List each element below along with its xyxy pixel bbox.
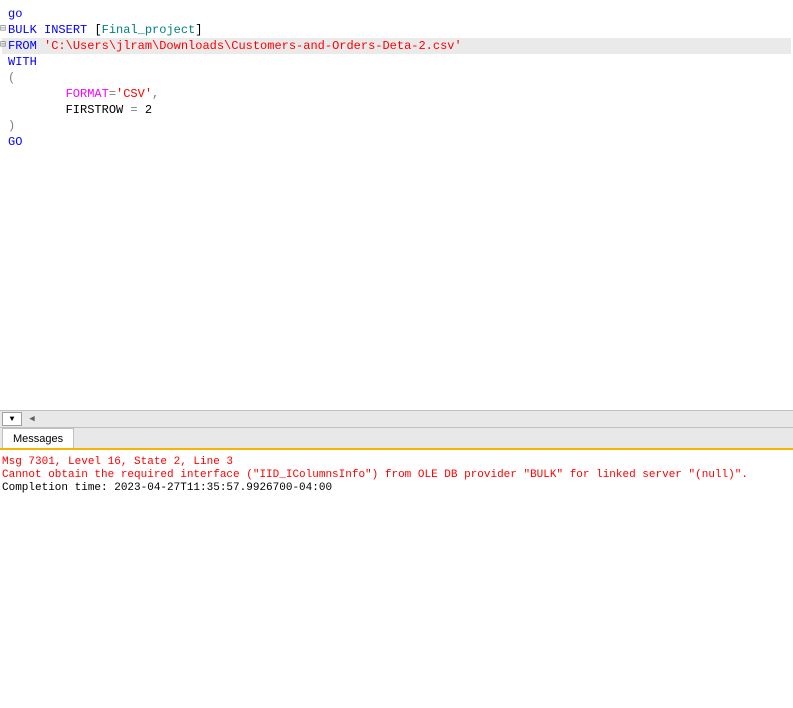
keyword-format: FORMAT: [66, 87, 109, 101]
splitter-bar[interactable]: ▼ ◀: [0, 410, 793, 428]
operator-eq: =: [109, 87, 116, 101]
string-csv: 'CSV': [116, 87, 152, 101]
keyword-from: FROM: [8, 39, 37, 53]
error-message-body: Cannot obtain the required interface ("I…: [2, 469, 791, 482]
code-line[interactable]: go: [2, 6, 791, 22]
keyword-firstrow: FIRSTROW: [66, 103, 131, 117]
keyword-with: WITH: [8, 55, 37, 69]
table-name: Final_project: [102, 23, 196, 37]
code-line[interactable]: ): [2, 118, 791, 134]
keyword-go: GO: [8, 135, 22, 149]
indent: [8, 103, 66, 117]
keyword-insert: INSERT: [44, 23, 87, 37]
comma: ,: [152, 87, 159, 101]
code-line[interactable]: GO: [2, 134, 791, 150]
outline-collapse-marker[interactable]: ⊟: [0, 38, 6, 54]
code-line-highlighted[interactable]: FROM 'C:\Users\jlram\Downloads\Customers…: [2, 38, 791, 54]
messages-pane[interactable]: Msg 7301, Level 16, State 2, Line 3 Cann…: [0, 450, 793, 708]
keyword-go: go: [8, 7, 22, 21]
results-tabs-bar: Messages: [0, 428, 793, 450]
bracket: [: [94, 23, 101, 37]
code-line[interactable]: BULK INSERT [Final_project]: [2, 22, 791, 38]
code-line[interactable]: WITH: [2, 54, 791, 70]
outline-collapse-marker[interactable]: ⊟: [0, 22, 6, 38]
tab-messages[interactable]: Messages: [2, 428, 74, 448]
scroll-left-icon[interactable]: ◀: [26, 412, 38, 426]
indent: [8, 87, 66, 101]
code-line[interactable]: FORMAT='CSV',: [2, 86, 791, 102]
bracket: ]: [195, 23, 202, 37]
paren-close: ): [8, 119, 15, 133]
completion-time: Completion time: 2023-04-27T11:35:57.992…: [2, 482, 791, 495]
value-2: 2: [138, 103, 152, 117]
operator-eq: =: [130, 103, 137, 117]
paren-open: (: [8, 71, 15, 85]
sql-editor-pane[interactable]: ⊟ ⊟ go BULK INSERT [Final_project] FROM …: [0, 0, 793, 410]
error-message-header: Msg 7301, Level 16, State 2, Line 3: [2, 456, 791, 469]
code-line[interactable]: (: [2, 70, 791, 86]
keyword-bulk: BULK: [8, 23, 37, 37]
splitter-dropdown[interactable]: ▼: [2, 412, 22, 426]
string-path: 'C:\Users\jlram\Downloads\Customers-and-…: [44, 39, 462, 53]
code-line[interactable]: FIRSTROW = 2: [2, 102, 791, 118]
